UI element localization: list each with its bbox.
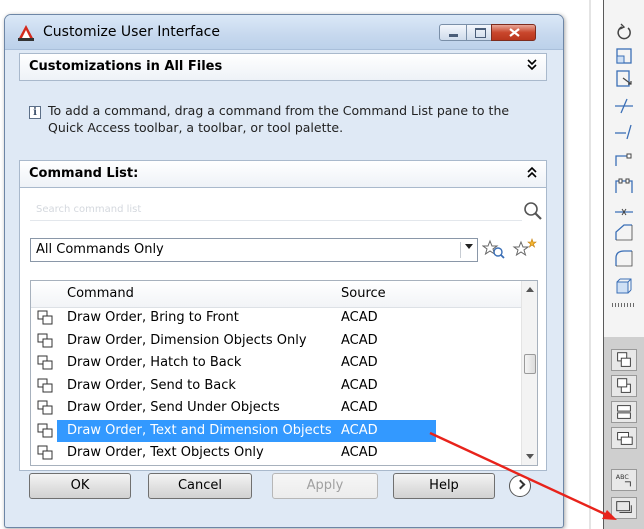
apply-button[interactable]: Apply (272, 473, 378, 499)
minimize-button[interactable] (439, 24, 467, 41)
command-source: ACAD (341, 355, 378, 370)
new-command-icon[interactable] (512, 237, 538, 261)
command-source: ACAD (341, 445, 378, 460)
fillet-tool-icon[interactable] (611, 248, 637, 270)
command-filter-select[interactable]: All Commands Only (30, 238, 478, 262)
bring-above-tool-icon[interactable] (611, 401, 637, 423)
column-header-source[interactable]: Source (341, 286, 386, 301)
trim-tool-icon[interactable] (611, 95, 637, 117)
command-source: ACAD (341, 332, 378, 348)
table-row[interactable]: Draw Order, Send to Back ACAD (31, 375, 521, 398)
customizations-panel-header[interactable]: Customizations in All Files (19, 53, 547, 81)
scale-tool-icon[interactable] (611, 45, 637, 67)
dropdown-arrow-icon (465, 244, 473, 249)
command-grid: Command Source Draw Order, Bring to Fron… (30, 280, 538, 466)
command-name: Draw Order, Send Under Objects (67, 400, 280, 415)
search-icon[interactable] (522, 200, 544, 222)
vertical-scrollbar[interactable] (521, 281, 537, 465)
hatch-to-back-icon (37, 355, 53, 370)
command-source: ACAD (341, 422, 378, 438)
break-at-point-icon[interactable] (611, 200, 637, 222)
text-dimension-icon (37, 423, 53, 437)
cancel-button[interactable]: Cancel (148, 473, 252, 499)
workspace-divider (589, 0, 591, 529)
table-row[interactable]: Draw Order, Text and Dimension Objects AC… (31, 419, 521, 443)
customizations-panel-label: Customizations in All Files (29, 59, 223, 74)
text-dimension-to-front-tool-icon[interactable] (611, 497, 637, 519)
info-text: To add a command, drag a command from th… (48, 103, 510, 135)
info-icon: i (29, 106, 41, 119)
draw-order-section: ABC (604, 337, 644, 529)
command-name: Draw Order, Text Objects Only (67, 445, 264, 460)
extend-tool-icon[interactable] (611, 121, 637, 143)
command-name: Draw Order, Text and Dimension Objects (67, 422, 332, 438)
send-under-tool-icon[interactable] (611, 427, 637, 449)
text-to-front-tool-icon[interactable]: ABC (611, 469, 637, 491)
table-row[interactable]: Draw Order, Text Objects Only ACAD (31, 442, 521, 465)
bring-to-front-tool-icon[interactable] (611, 349, 637, 371)
command-rows: Draw Order, Bring to Front ACAD Draw Order… (31, 307, 521, 465)
ok-button[interactable]: OK (29, 473, 131, 499)
command-source: ACAD (341, 310, 378, 325)
explode-tool-icon[interactable] (611, 275, 637, 297)
bring-to-front-icon (37, 310, 53, 325)
command-filter-value: All Commands Only (36, 242, 164, 257)
close-button[interactable] (491, 24, 536, 41)
scroll-thumb[interactable] (524, 354, 536, 374)
command-name: Draw Order, Dimension Objects Only (67, 332, 307, 348)
scroll-up-icon[interactable] (526, 287, 534, 292)
customize-ui-dialog: Customize User Interface Customizations … (4, 14, 564, 528)
search-input[interactable]: Search command list (30, 199, 522, 221)
command-source: ACAD (341, 400, 378, 415)
table-row[interactable]: Draw Order, Hatch to Back ACAD (31, 352, 521, 375)
command-list-panel-header[interactable]: Command List: (19, 160, 547, 188)
table-row[interactable]: Draw Order, Dimension Objects Only ACAD (31, 330, 521, 353)
join-tool-icon[interactable] (611, 175, 637, 197)
table-row[interactable]: Draw Order, Bring to Front ACAD (31, 307, 521, 330)
command-list-label: Command List: (29, 166, 139, 181)
autocad-app-icon (18, 25, 34, 41)
chamfer-tool-icon[interactable] (611, 222, 637, 244)
dimension-order-icon (37, 333, 53, 347)
expand-dialog-icon[interactable] (509, 475, 531, 497)
svg-text:ABC: ABC (616, 474, 630, 481)
title-bar[interactable]: Customize User Interface (5, 15, 563, 50)
break-tool-icon[interactable] (611, 150, 637, 172)
text-order-icon (37, 445, 53, 460)
command-source: ACAD (341, 377, 378, 393)
close-icon (509, 28, 520, 37)
stretch-tool-icon[interactable] (611, 68, 637, 90)
maximize-button[interactable] (466, 24, 492, 41)
column-header-command[interactable]: Command (67, 286, 134, 301)
help-button[interactable]: Help (393, 473, 495, 499)
command-name: Draw Order, Bring to Front (67, 310, 239, 325)
command-name: Draw Order, Hatch to Back (67, 355, 242, 370)
command-list-panel: Search command list All Commands Only Co… (19, 188, 547, 471)
rotate-tool-icon[interactable] (611, 22, 637, 44)
command-name: Draw Order, Send to Back (67, 377, 236, 393)
send-under-icon (37, 400, 53, 415)
draw-order-toolbar: ABC (603, 0, 644, 529)
grid-header: Command Source (31, 281, 521, 308)
scroll-down-icon[interactable] (526, 454, 534, 459)
filter-commands-icon[interactable] (482, 237, 506, 261)
send-to-back-icon (37, 378, 53, 392)
window-title: Customize User Interface (43, 24, 220, 40)
expand-chevron-icon[interactable] (526, 58, 538, 76)
table-row[interactable]: Draw Order, Send Under Objects ACAD (31, 397, 521, 420)
info-panel: i To add a command, drag a command from … (19, 93, 547, 151)
send-to-back-tool-icon[interactable] (611, 375, 637, 397)
toolbar-grip[interactable] (612, 303, 636, 307)
collapse-chevron-icon[interactable] (526, 165, 538, 183)
